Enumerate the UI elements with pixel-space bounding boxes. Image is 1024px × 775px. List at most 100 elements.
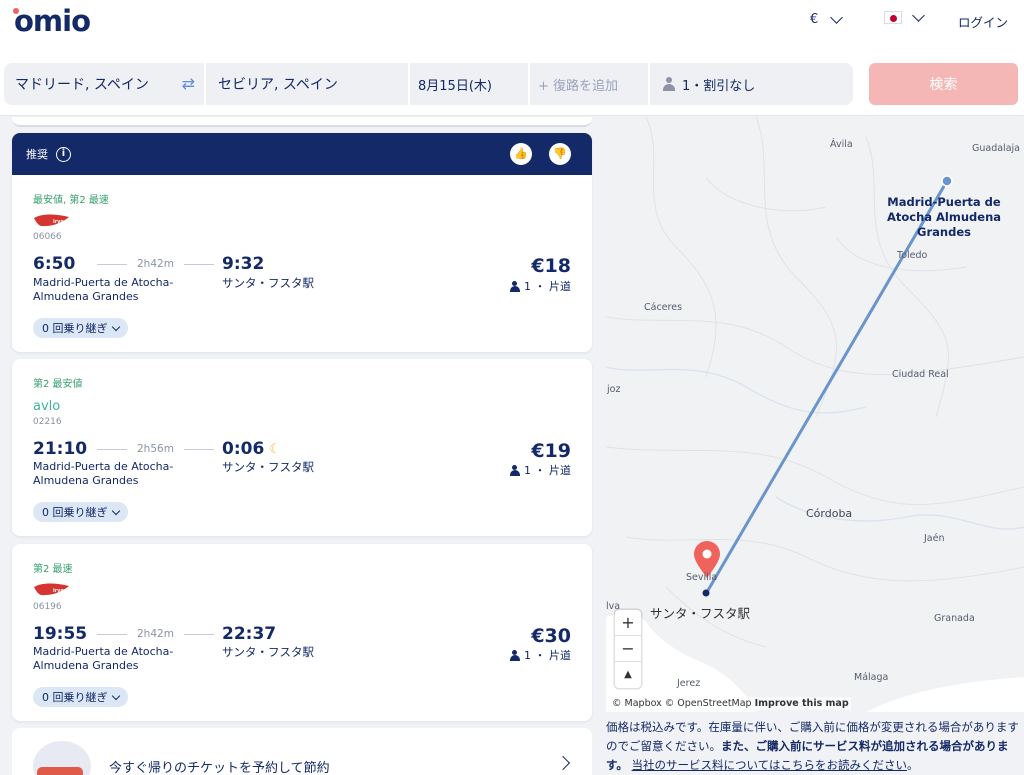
arrival-time: 0:06 [222,439,265,459]
return-field[interactable]: + 復路を追加 [530,63,648,105]
passenger-field[interactable]: 1・割引なし [650,63,853,105]
passenger-value: 1・割引なし [682,78,756,94]
mapbox-link[interactable]: © Mapbox [612,698,662,709]
train-number: 02216 [33,417,62,427]
train-number: 06196 [33,602,62,612]
changes-dropdown[interactable]: 0 回乗り継ぎ [33,318,128,338]
chevron-down-icon [111,691,120,700]
service-fee-link[interactable]: 当社のサービス料についてはこちらをお読みください [632,758,907,772]
map-city-label: Toledo [897,250,928,261]
map-city-label: Ávila [830,139,853,150]
return-trip-promo[interactable]: 今すぐ帰りのチケットを予約して節約 [12,728,592,775]
train-image [33,741,91,775]
map-city-label: Málaga [854,672,889,683]
pax-text: 1 ・ 片道 [524,464,571,477]
result-card[interactable]: 第2 最安値 avlo 02216 21:10 2h56m 0:06 ☾ Mad… [12,359,592,536]
duration-value: 2h42m [137,258,174,270]
info-icon[interactable]: i [56,146,71,162]
arrival-station: サンタ・フスタ駅 [222,645,314,659]
thumbs-down-icon[interactable]: 👎 [549,143,571,165]
person-icon [509,649,520,661]
map-city-label: Ciudad Real [892,369,949,380]
avlo-wordmark: avlo [33,399,60,413]
japan-flag-icon [884,11,902,24]
changes-label: 0 回乗り継ぎ [42,322,108,335]
avlo-logo: avlo [33,399,60,413]
origin-field[interactable]: マドリード, スペイン ⇄ [4,63,204,105]
search-button[interactable]: 検索 [869,63,1018,105]
changes-label: 0 回乗り継ぎ [42,691,108,704]
duration: 2h42m [97,258,214,270]
improve-map-link[interactable]: Improve this map [755,698,849,709]
return-placeholder: + 復路を追加 [538,78,619,94]
person-icon [509,280,520,292]
arrival-time-group: 0:06 ☾ [222,439,281,459]
osm-link[interactable]: © OpenStreetMap [665,698,752,709]
result-card[interactable]: 第2 最速 iryo 06196 19:55 2h42m 22:37 Madri… [12,544,592,721]
previous-card-edge [12,117,592,127]
compass-icon[interactable]: ▲ [615,662,641,688]
results-list: 推奨 i 👍 👎 最安値, 第2 最速 iryo 06066 6:50 2h42… [0,117,606,775]
date-field[interactable]: 8月15日(木) [410,63,528,105]
chevron-right-icon [555,755,571,771]
arrival-time: 9:32 [222,254,265,274]
duration-value: 2h56m [137,443,174,455]
arrival-station: サンタ・フスタ駅 [222,276,314,290]
chevron-down-icon [111,506,120,515]
destination-value: セビリア, スペイン [218,77,338,93]
train-number: 06066 [33,232,62,242]
changes-dropdown[interactable]: 0 回乗り継ぎ [33,687,128,707]
recommended-label: 推奨 [26,148,48,161]
price-disclaimer: 価格は税込みです。在庫量に伴い、ご購入前に価格が変更される場合がありますのでご留… [606,718,1024,775]
price: €18 [531,255,571,277]
header: omio € ログイン [0,0,1024,52]
result-card[interactable]: 推奨 i 👍 👎 最安値, 第2 最速 iryo 06066 6:50 2h42… [12,133,592,352]
map-city-label: Jaén [924,533,945,544]
changes-label: 0 回乗り継ぎ [42,506,108,519]
departure-time: 21:10 [33,439,88,459]
pax-text: 1 ・ 片道 [524,280,571,293]
duration: 2h42m [97,628,214,640]
map-city-label: Granada [934,613,975,624]
chevron-down-icon [111,322,120,331]
departure-time: 6:50 [33,254,76,274]
departure-station: Madrid-Puerta de Atocha-Almudena Grandes [33,460,174,487]
promo-text: 今すぐ帰りのチケットを予約して節約 [109,761,330,775]
logo[interactable]: omio [14,4,91,38]
iryo-logo: iryo [34,583,69,596]
person-icon [662,77,676,91]
date-value: 8月15日(木) [418,78,492,94]
price: €30 [531,625,571,647]
zoom-out-button[interactable]: − [615,636,641,662]
zoom-controls: + − ▲ [615,610,641,688]
passenger-info: 1 ・ 片道 [509,462,571,478]
thumbs-up-icon[interactable]: 👍 [510,143,532,165]
arrival-station: サンタ・フスタ駅 [222,460,314,474]
currency-selector[interactable]: € [810,10,844,27]
route-map[interactable]: Ávila Guadalaja Toledo Cáceres Ciudad Re… [606,117,1024,712]
departure-station: Madrid-Puerta de Atocha-Almudena Grandes [33,645,174,672]
origin-map-label: Madrid-Puerta de Atocha Almudena Grandes [886,195,1002,239]
disclaimer-end: 。 [906,758,919,772]
map-city-label: Cáceres [644,302,683,313]
departure-station: Madrid-Puerta de Atocha-Almudena Grandes [33,276,174,303]
language-selector[interactable] [884,8,925,24]
zoom-in-button[interactable]: + [615,610,641,636]
map-city-label: Guadalaja [972,143,1020,154]
map-attribution: © Mapbox © OpenStreetMap Improve this ma… [610,697,851,710]
map-city-label: Jerez [677,678,701,689]
destination-field[interactable]: セビリア, スペイン [206,63,408,105]
origin-value: マドリード, スペイン [15,77,149,93]
changes-dropdown[interactable]: 0 回乗り継ぎ [33,502,128,522]
swap-icon[interactable]: ⇄ [182,74,195,93]
destination-map-label: サンタ・フスタ駅 [650,606,751,621]
passenger-info: 1 ・ 片道 [509,647,571,663]
iryo-logo: iryo [34,214,69,227]
result-tag: 第2 最安値 [33,379,83,390]
recommended-header: 推奨 i 👍 👎 [12,133,592,175]
chevron-down-icon [912,8,925,22]
login-link[interactable]: ログイン [958,12,1008,31]
price: €19 [531,440,571,462]
result-tag: 第2 最速 [33,564,73,575]
map-city-label: Sevilla [686,572,718,583]
